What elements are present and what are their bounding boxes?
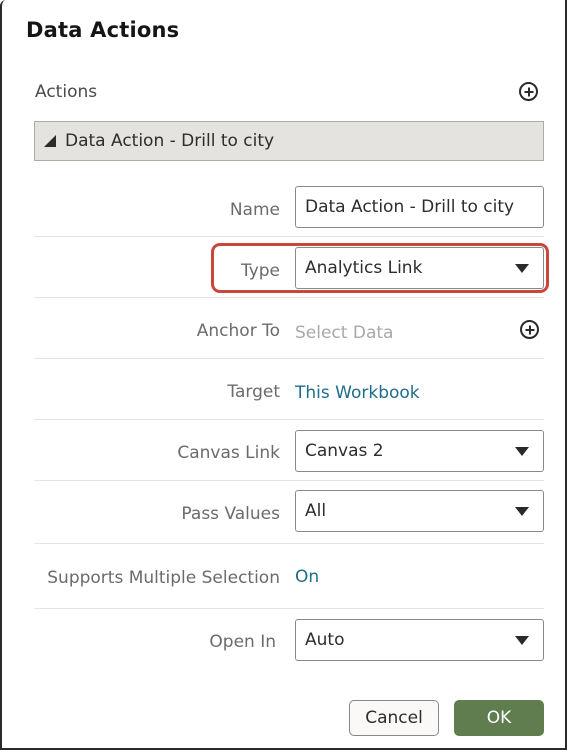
pass-values-select[interactable]: All bbox=[295, 490, 544, 532]
form-row-anchor-to: Anchor To bbox=[34, 298, 544, 359]
anchor-to-placeholder[interactable]: Select Data bbox=[295, 323, 393, 343]
actions-label: Actions bbox=[35, 82, 98, 102]
pass-values-label: Pass Values bbox=[181, 504, 280, 524]
form-row-supports-multiple-selection: Supports Multiple Selection bbox=[34, 544, 544, 609]
name-input-value: Data Action - Drill to city bbox=[305, 197, 515, 217]
open-in-label: Open In bbox=[209, 632, 276, 652]
expand-triangle-icon bbox=[44, 135, 56, 147]
chevron-down-icon bbox=[515, 264, 529, 273]
name-input[interactable]: Data Action - Drill to city bbox=[295, 186, 544, 228]
anchor-to-label: Anchor To bbox=[196, 321, 280, 341]
type-label: Type bbox=[240, 261, 280, 281]
data-actions-dialog: Data Actions Actions Data Action - Drill… bbox=[0, 0, 567, 750]
chevron-down-icon bbox=[515, 447, 529, 456]
accordion-label: Data Action - Drill to city bbox=[65, 131, 275, 151]
cancel-button[interactable]: Cancel bbox=[349, 700, 439, 736]
type-select-value: Analytics Link bbox=[305, 258, 423, 278]
pass-values-select-value: All bbox=[305, 501, 327, 521]
chevron-down-icon bbox=[515, 636, 529, 645]
add-action-plus-circle-icon[interactable] bbox=[519, 82, 538, 101]
open-in-select-value: Auto bbox=[305, 630, 345, 650]
data-action-accordion-header[interactable]: Data Action - Drill to city bbox=[34, 121, 544, 161]
anchor-to-plus-circle-icon[interactable] bbox=[520, 320, 539, 339]
canvas-link-label: Canvas Link bbox=[177, 443, 280, 463]
canvas-link-select-value: Canvas 2 bbox=[305, 441, 384, 461]
ok-button[interactable]: OK bbox=[454, 700, 544, 736]
supports-multiple-selection-toggle[interactable]: On bbox=[295, 567, 319, 587]
chevron-down-icon bbox=[515, 507, 529, 516]
supports-multiple-selection-label: Supports Multiple Selection bbox=[47, 568, 280, 588]
form-row-target: Target bbox=[34, 359, 544, 420]
dialog-title: Data Actions bbox=[26, 18, 180, 42]
name-label: Name bbox=[229, 200, 280, 220]
type-select[interactable]: Analytics Link bbox=[295, 247, 544, 289]
target-link[interactable]: This Workbook bbox=[295, 383, 420, 403]
target-label: Target bbox=[227, 382, 280, 402]
open-in-select[interactable]: Auto bbox=[295, 619, 544, 661]
canvas-link-select[interactable]: Canvas 2 bbox=[295, 430, 544, 472]
